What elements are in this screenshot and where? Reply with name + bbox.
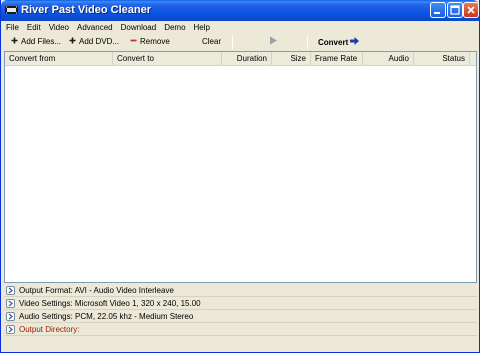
output-format-row[interactable]: Output Format: AVI - Audio Video Interle… [4, 284, 477, 297]
output-directory-label: Output Directory: [19, 325, 80, 334]
remove-button[interactable]: Remove [130, 37, 170, 46]
convert-label: Convert [318, 37, 349, 47]
expand-chevron-icon[interactable] [6, 299, 15, 308]
column-size[interactable]: Size [272, 52, 311, 66]
toolbar: Add Files... Add DVD... Remove Clear Con… [1, 34, 479, 51]
clear-label: Clear [202, 37, 222, 46]
expand-chevron-icon[interactable] [6, 325, 15, 334]
add-dvd-label: Add DVD... [79, 37, 120, 46]
video-settings-row[interactable]: Video Settings: Microsoft Video 1, 320 x… [4, 297, 477, 310]
toolbar-separator [232, 36, 233, 49]
play-icon [269, 36, 278, 47]
remove-label: Remove [140, 37, 170, 46]
clear-button[interactable]: Clear [202, 37, 221, 46]
menu-help[interactable]: Help [194, 23, 210, 32]
column-status[interactable]: Status [414, 52, 470, 66]
expand-chevron-icon[interactable] [6, 286, 15, 295]
menu-demo[interactable]: Demo [164, 23, 185, 32]
title-bar[interactable]: River Past Video Cleaner [1, 0, 479, 21]
audio-settings-row[interactable]: Audio Settings: PCM, 22.05 khz - Medium … [4, 310, 477, 323]
close-button[interactable] [463, 2, 479, 18]
add-files-label: Add Files... [21, 37, 62, 46]
output-format-label: Output Format: AVI - Audio Video Interle… [19, 286, 174, 295]
expand-chevron-icon[interactable] [6, 312, 15, 321]
list-header: Convert from Convert to Duration Size Fr… [5, 52, 476, 66]
convert-button[interactable]: Convert [318, 37, 360, 47]
film-icon [5, 5, 18, 15]
maximize-button[interactable] [447, 2, 463, 18]
arrow-right-icon [350, 37, 360, 47]
menu-file[interactable]: File [6, 23, 19, 32]
app-window: River Past Video Cleaner File Edit Video… [0, 0, 480, 353]
play-button[interactable] [269, 36, 278, 47]
plus-icon [69, 37, 76, 46]
column-frame-rate[interactable]: Frame Rate [311, 52, 363, 66]
menu-edit[interactable]: Edit [27, 23, 41, 32]
menu-advanced[interactable]: Advanced [77, 23, 113, 32]
toolbar-separator [307, 36, 308, 49]
menu-download[interactable]: Download [121, 23, 157, 32]
column-audio[interactable]: Audio [363, 52, 414, 66]
menu-video[interactable]: Video [49, 23, 69, 32]
audio-settings-label: Audio Settings: PCM, 22.05 khz - Medium … [19, 312, 194, 321]
plus-icon [11, 37, 18, 46]
column-duration[interactable]: Duration [222, 52, 272, 66]
minimize-button[interactable] [430, 2, 446, 18]
minus-icon [130, 37, 137, 46]
video-settings-label: Video Settings: Microsoft Video 1, 320 x… [19, 299, 201, 308]
column-convert-from[interactable]: Convert from [5, 52, 113, 66]
add-dvd-button[interactable]: Add DVD... [69, 37, 119, 46]
window-title: River Past Video Cleaner [21, 4, 152, 16]
menu-bar: File Edit Video Advanced Download Demo H… [1, 21, 479, 33]
column-convert-to[interactable]: Convert to [113, 52, 222, 66]
output-directory-row[interactable]: Output Directory: [4, 323, 477, 336]
add-files-button[interactable]: Add Files... [11, 37, 61, 46]
file-list[interactable]: Convert from Convert to Duration Size Fr… [4, 51, 477, 283]
